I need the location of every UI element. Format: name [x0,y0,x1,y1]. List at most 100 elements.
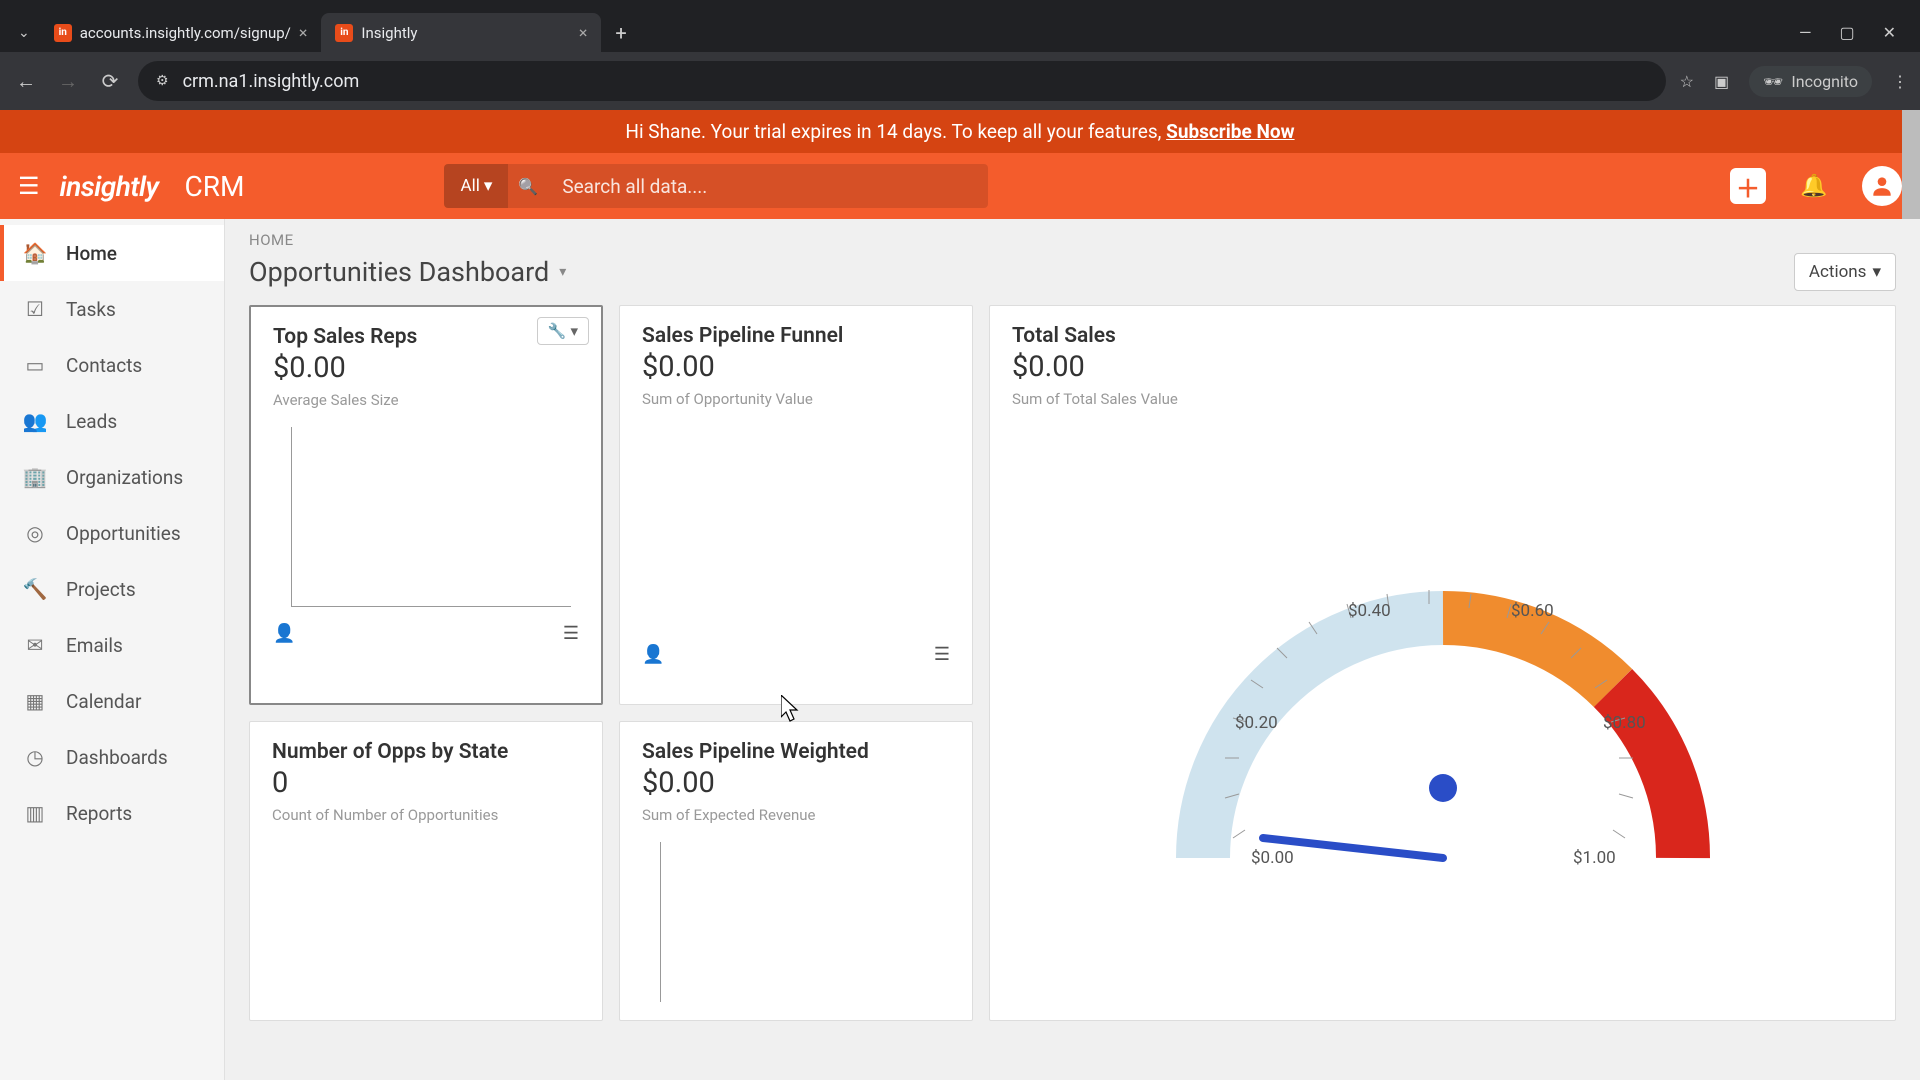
incognito-badge[interactable]: 🕶 Incognito [1749,66,1872,97]
caret-down-icon: ▾ [559,264,566,280]
card-title: Total Sales [1012,324,1873,348]
card-subtitle: Sum of Opportunity Value [642,390,950,408]
search-icon: 🔍 [508,177,548,196]
card-top-sales-reps[interactable]: 🔧▾ Top Sales Reps $0.00 Average Sales Si… [249,305,603,705]
svg-text:$0.80: $0.80 [1603,713,1646,733]
card-title: Sales Pipeline Funnel [642,324,950,348]
close-tab-icon[interactable]: × [579,23,588,42]
address-bar[interactable]: ⚙ crm.na1.insightly.com [138,61,1666,101]
gauge-chart: $0.00 $0.20 $0.40 $0.60 $0.80 $1.00 [1012,408,1873,878]
svg-text:$0.20: $0.20 [1235,713,1278,733]
list-view-icon[interactable]: ☰ [934,644,950,665]
maximize-icon[interactable]: ▢ [1839,23,1854,42]
sidebar-item-home[interactable]: 🏠 Home [0,225,224,281]
bookmark-icon[interactable]: ☆ [1680,72,1694,91]
people-icon: 👥 [22,409,48,433]
svg-text:$0.60: $0.60 [1511,601,1554,621]
user-filter-icon[interactable]: 👤 [642,644,664,665]
sidebar-item-projects[interactable]: 🔨 Projects [0,561,224,617]
card-value: $0.00 [1012,350,1873,384]
card-settings-button[interactable]: 🔧▾ [537,317,589,345]
sidebar-item-contacts[interactable]: ▭ Contacts [0,337,224,393]
subscribe-link[interactable]: Subscribe Now [1166,120,1294,143]
sidebar-item-label: Tasks [66,298,116,321]
page-title: Opportunities Dashboard [249,256,549,288]
sidebar-item-organizations[interactable]: 🏢Organizations [0,449,224,505]
sidebar-item-opportunities[interactable]: ◎Opportunities [0,505,224,561]
logo[interactable]: insightly [60,170,159,203]
card-total-sales[interactable]: Total Sales $0.00 Sum of Total Sales Val… [989,305,1896,1021]
new-tab-button[interactable]: + [601,21,640,45]
user-filter-icon[interactable]: 👤 [273,623,295,644]
close-window-icon[interactable]: ✕ [1883,23,1896,42]
sidebar-item-label: Projects [66,578,136,601]
favicon-icon: in [335,24,353,42]
sidebar-item-dashboards[interactable]: ◷Dashboards [0,729,224,785]
search-scope-dropdown[interactable]: All▾ [444,164,508,208]
hammer-icon: 🔨 [22,577,48,601]
card-title: Number of Opps by State [272,740,580,764]
sidebar: 🏠 Home ☑ Tasks ▭ Contacts 👥Leads 🏢Organizat… [0,219,225,1080]
card-value: $0.00 [642,350,950,384]
building-icon: 🏢 [22,465,48,489]
incognito-icon: 🕶 [1763,72,1783,91]
app-name: CRM [185,170,245,203]
sidebar-item-reports[interactable]: ▥ Reports [0,785,224,841]
actions-dropdown[interactable]: Actions▾ [1794,253,1896,291]
panel-icon[interactable]: ▣ [1714,72,1729,91]
svg-text:$1.00: $1.00 [1573,848,1616,868]
bars-icon: ▥ [22,801,48,825]
sidebar-item-emails[interactable]: ✉ Emails [0,617,224,673]
card-pipeline-funnel[interactable]: Sales Pipeline Funnel $0.00 Sum of Oppor… [619,305,973,705]
empty-chart [660,842,942,1002]
url-text: crm.na1.insightly.com [183,71,360,92]
incognito-label: Incognito [1791,72,1858,91]
add-new-button[interactable]: ＋ [1730,168,1766,204]
list-view-icon[interactable]: ☰ [563,623,579,644]
breadcrumb[interactable]: HOME [249,231,1896,249]
empty-chart [291,427,571,607]
wrench-icon: 🔧 [548,322,567,340]
svg-text:$0.00: $0.00 [1251,848,1294,868]
sidebar-item-leads[interactable]: 👥Leads [0,393,224,449]
sidebar-item-label: Home [66,242,117,265]
sidebar-item-calendar[interactable]: ▦Calendar [0,673,224,729]
card-subtitle: Average Sales Size [273,391,579,409]
card-title: Sales Pipeline Weighted [642,740,950,764]
close-tab-icon[interactable]: × [299,23,308,42]
browser-menu-icon[interactable]: ⋮ [1892,72,1908,91]
global-search[interactable]: All▾ 🔍 [444,164,988,208]
id-card-icon: ▭ [22,353,48,377]
caret-down-icon: ▾ [1872,262,1881,282]
browser-tab-active[interactable]: in Insightly × [321,13,601,52]
card-value: $0.00 [273,351,579,385]
notifications-icon[interactable]: 🔔 [1796,168,1832,204]
caret-down-icon: ▾ [484,176,493,196]
check-icon: ☑ [22,297,48,321]
sidebar-item-label: Reports [66,802,132,825]
trial-text: Hi Shane. Your trial expires in 14 days.… [625,120,1166,143]
sidebar-item-label: Emails [66,634,123,657]
sidebar-item-label: Calendar [66,690,141,713]
minimize-icon[interactable]: — [1799,23,1812,42]
site-settings-icon[interactable]: ⚙ [156,73,169,89]
user-avatar[interactable] [1862,166,1902,206]
sidebar-item-label: Dashboards [66,746,168,769]
card-subtitle: Sum of Expected Revenue [642,806,950,824]
home-icon: 🏠 [22,241,48,265]
sidebar-item-tasks[interactable]: ☑ Tasks [0,281,224,337]
card-opps-by-state[interactable]: Number of Opps by State 0 Count of Numbe… [249,721,603,1021]
tab-list-dropdown[interactable]: ⌄ [8,25,40,41]
browser-tab[interactable]: in accounts.insightly.com/signup/ × [40,13,322,52]
reload-button[interactable]: ⟳ [96,69,124,93]
back-button[interactable]: ← [12,69,40,94]
card-pipeline-weighted[interactable]: Sales Pipeline Weighted $0.00 Sum of Exp… [619,721,973,1021]
mail-icon: ✉ [22,633,48,657]
card-subtitle: Count of Number of Opportunities [272,806,580,824]
search-input[interactable] [548,175,988,198]
trial-banner: Hi Shane. Your trial expires in 14 days.… [0,110,1920,153]
sidebar-item-label: Contacts [66,354,142,377]
menu-toggle-icon[interactable]: ☰ [18,172,40,200]
dashboard-title-dropdown[interactable]: Opportunities Dashboard ▾ [249,256,566,288]
sidebar-item-label: Opportunities [66,522,181,545]
